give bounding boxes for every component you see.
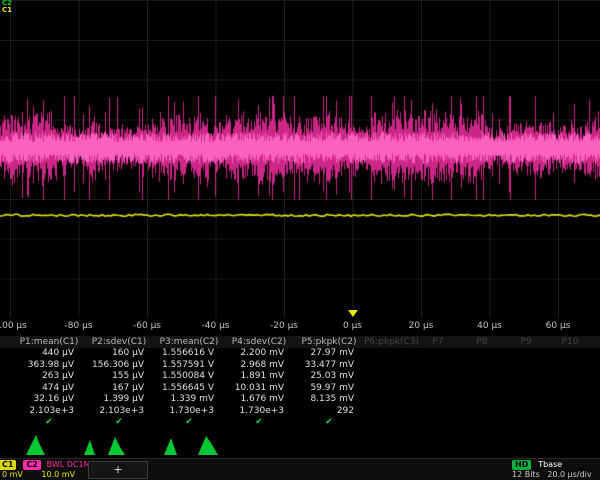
time-tick-label: -20 µs (270, 321, 298, 331)
bits-label: 12 Bits (512, 470, 540, 479)
trace-tags: C2C1 (2, 0, 12, 14)
time-tick-label: -100 µs (0, 321, 27, 331)
measure-value: 2.200 mV (224, 348, 294, 358)
measure-value: 1.676 mV (224, 394, 294, 404)
measure-header-p2[interactable]: P2:sdev(C1) (84, 337, 154, 347)
c1-offset-value: 0 mV (2, 470, 23, 479)
tbase-value: 20.0 µs/div (547, 470, 591, 479)
measure-value: 33.477 mV (294, 360, 364, 370)
time-tick-label: 20 µs (409, 321, 434, 331)
measure-header-p10[interactable]: P10 (548, 337, 592, 347)
histicon-p2[interactable] (84, 440, 95, 455)
time-tick-label: 60 µs (546, 321, 571, 331)
measure-value: 1.730e+3 (224, 406, 294, 416)
histicon-p1[interactable] (26, 435, 45, 455)
measure-value: 2.103e+3 (14, 406, 84, 416)
measure-value: 59.97 mV (294, 383, 364, 393)
histicon-p4[interactable] (164, 438, 177, 455)
measure-value: 1.339 mV (154, 394, 224, 404)
time-axis: -100 µs -80 µs -60 µs -40 µs -20 µs 0 µs 20 µs… (0, 318, 600, 335)
channel-c2-chip[interactable]: C2 (23, 460, 40, 470)
measure-header-p7[interactable]: P7 (416, 337, 460, 347)
measure-header-p3[interactable]: P3:mean(C2) (154, 337, 224, 347)
measure-value: 474 µV (14, 383, 84, 393)
measure-value: 10.031 mV (224, 383, 294, 393)
measure-value: 1.730e+3 (154, 406, 224, 416)
waveform-canvas (0, 0, 600, 318)
measure-status: ✔ (154, 417, 224, 427)
c2-coupling-label: BWL DC1M (47, 460, 91, 469)
measure-header-p5[interactable]: P5:pkpk(C2) (294, 337, 364, 347)
measure-value: 32.16 µV (14, 394, 84, 404)
measure-value: 8.135 mV (294, 394, 364, 404)
histicon-strip (0, 430, 600, 458)
measure-value: 1.399 µV (84, 394, 154, 404)
histicon-p5[interactable] (198, 436, 218, 455)
histicon-p3[interactable] (108, 437, 125, 455)
oscilloscope-screen: C2C1 -100 µs-80 µs-60 µs-40 µs-20 µs0 µs… (0, 0, 600, 480)
measure-header-p1[interactable]: P1:mean(C1) (14, 337, 84, 347)
time-tick-label: -80 µs (65, 321, 93, 331)
trigger-time-marker[interactable] (348, 310, 358, 317)
tbase-label: Tbase (538, 460, 562, 469)
c1-vdiv-value: 10.0 mV (41, 470, 75, 479)
measure-value: 2.103e+3 (84, 406, 154, 416)
channel-c1-chip[interactable]: C1 (0, 460, 16, 470)
measure-status: ✔ (294, 417, 364, 427)
measure-value: 160 µV (84, 348, 154, 358)
measure-value: 1.556616 V (154, 348, 224, 358)
measure-status: ✔ (84, 417, 154, 427)
channel-descriptors: C1 C2 BWL DC1M 0 mV 10.0 mV (2, 460, 90, 480)
measure-status: ✔ (224, 417, 294, 427)
measurement-table: P1:mean(C1)P2:sdev(C1)P3:mean(C2)P4:sdev… (0, 336, 600, 428)
hd-badge: HD (512, 460, 531, 470)
measure-value: 363.98 µV (14, 360, 84, 370)
measure-value: 263 µV (14, 371, 84, 381)
add-trace-button[interactable]: + (88, 461, 148, 479)
measure-value: 25.03 mV (294, 371, 364, 381)
time-tick-label: 40 µs (477, 321, 502, 331)
measure-value: 292 (294, 406, 364, 416)
measure-status: ✔ (14, 417, 84, 427)
time-tick-label: 0 µs (343, 321, 362, 331)
measure-value: 1.557591 V (154, 360, 224, 370)
waveform-grid[interactable]: C2C1 (0, 0, 600, 318)
measure-value: 440 µV (14, 348, 84, 358)
measure-value: 27.97 mV (294, 348, 364, 358)
measure-value: 155 µV (84, 371, 154, 381)
time-tick-label: -40 µs (202, 321, 230, 331)
measure-header-p4[interactable]: P4:sdev(C2) (224, 337, 294, 347)
trace-tag: C1 (2, 7, 12, 14)
measure-value: 1.556645 V (154, 383, 224, 393)
measure-value: 1.891 mV (224, 371, 294, 381)
timebase-descriptor[interactable]: HD Tbase 12 Bits 20.0 µs/div (512, 460, 600, 480)
measure-value: 2.968 mV (224, 360, 294, 370)
measure-value: 167 µV (84, 383, 154, 393)
measure-header-p6[interactable]: P6:pkpk(C3) (364, 337, 416, 347)
time-tick-label: -60 µs (133, 321, 161, 331)
measure-header-p8[interactable]: P8 (460, 337, 504, 347)
measure-header-p9[interactable]: P9 (504, 337, 548, 347)
measure-value: 156.306 µV (84, 360, 154, 370)
status-bar: C1 C2 BWL DC1M 0 mV 10.0 mV + HD Tbase 1… (0, 458, 600, 480)
measure-value: 1.550084 V (154, 371, 224, 381)
